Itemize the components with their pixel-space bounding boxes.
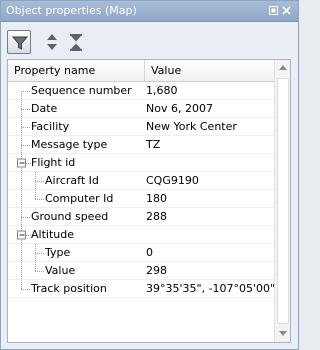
- property-row[interactable]: Date Nov 6, 2007: [8, 100, 274, 118]
- filter-button[interactable]: [7, 30, 31, 54]
- property-row[interactable]: Sequence number 1,680: [8, 82, 274, 100]
- property-name: Type: [45, 246, 71, 259]
- property-value: 298: [146, 264, 167, 277]
- property-name: Aircraft Id: [45, 174, 99, 187]
- property-row[interactable]: Altitude: [8, 226, 274, 244]
- property-row[interactable]: Value 298: [8, 262, 274, 280]
- chevron-down-icon: [279, 331, 287, 336]
- property-name: Flight id: [31, 156, 76, 169]
- property-value: 180: [146, 192, 167, 205]
- property-row[interactable]: Computer Id 180: [8, 190, 274, 208]
- property-value: Nov 6, 2007: [146, 102, 213, 115]
- property-name: Value: [45, 264, 76, 277]
- scroll-up-arrow[interactable]: [275, 60, 290, 76]
- property-row[interactable]: Track position 39°35'35", -107°05'00": [8, 280, 276, 298]
- property-value: 0: [146, 246, 153, 259]
- column-header-value[interactable]: Value: [145, 60, 274, 81]
- grid-rows: Sequence number 1,680 Date Nov 6, 2007 Facil…: [8, 82, 276, 298]
- property-row[interactable]: Aircraft Id CQG9190: [8, 172, 274, 190]
- property-row[interactable]: Facility New York Center: [8, 118, 274, 136]
- scroll-down-arrow[interactable]: [275, 326, 290, 342]
- property-name: Facility: [31, 120, 70, 133]
- close-icon[interactable]: [282, 6, 291, 15]
- expand-all-button[interactable]: [40, 30, 64, 54]
- property-value: 39°35'35", -107°05'00": [146, 282, 276, 295]
- property-grid: Property name Value Sequence number 1,680…: [7, 59, 291, 343]
- tree-lines: [21, 172, 45, 190]
- property-row[interactable]: Message type TZ: [8, 136, 274, 154]
- vertical-scrollbar[interactable]: [274, 60, 290, 342]
- toolbar: [7, 28, 292, 56]
- window-title: Object properties (Map): [6, 4, 137, 17]
- grid-header: Property name Value: [8, 60, 274, 82]
- collapse-all-icon: [70, 34, 82, 51]
- property-name: Date: [31, 102, 58, 115]
- chevron-up-icon: [279, 65, 287, 70]
- property-name: Ground speed: [31, 210, 109, 223]
- expand-all-icon: [47, 34, 57, 50]
- filter-icon: [11, 36, 29, 50]
- property-name: Computer Id: [45, 192, 114, 205]
- property-name: Message type: [31, 138, 108, 151]
- restore-icon[interactable]: [269, 6, 278, 15]
- property-value: 1,680: [146, 84, 178, 97]
- property-value: CQG9190: [146, 174, 199, 187]
- property-value: TZ: [146, 138, 161, 151]
- tree-lines: [21, 244, 45, 262]
- property-value: New York Center: [146, 120, 237, 133]
- property-name: Altitude: [31, 228, 74, 241]
- property-row[interactable]: Type 0: [8, 244, 274, 262]
- tree-lines: [21, 262, 45, 280]
- property-name: Track position: [31, 282, 107, 295]
- property-value: 288: [146, 210, 167, 223]
- scrollbar-thumb[interactable]: [277, 78, 289, 324]
- title-bar[interactable]: Object properties (Map): [1, 1, 298, 22]
- object-properties-window: Object properties (Map) Property name Va…: [0, 0, 299, 350]
- column-header-property-name[interactable]: Property name: [8, 60, 145, 81]
- collapse-all-button[interactable]: [64, 30, 88, 54]
- property-row[interactable]: Flight id: [8, 154, 274, 172]
- property-name: Sequence number: [31, 84, 132, 97]
- tree-lines: [21, 190, 45, 208]
- property-row[interactable]: Ground speed 288: [8, 208, 274, 226]
